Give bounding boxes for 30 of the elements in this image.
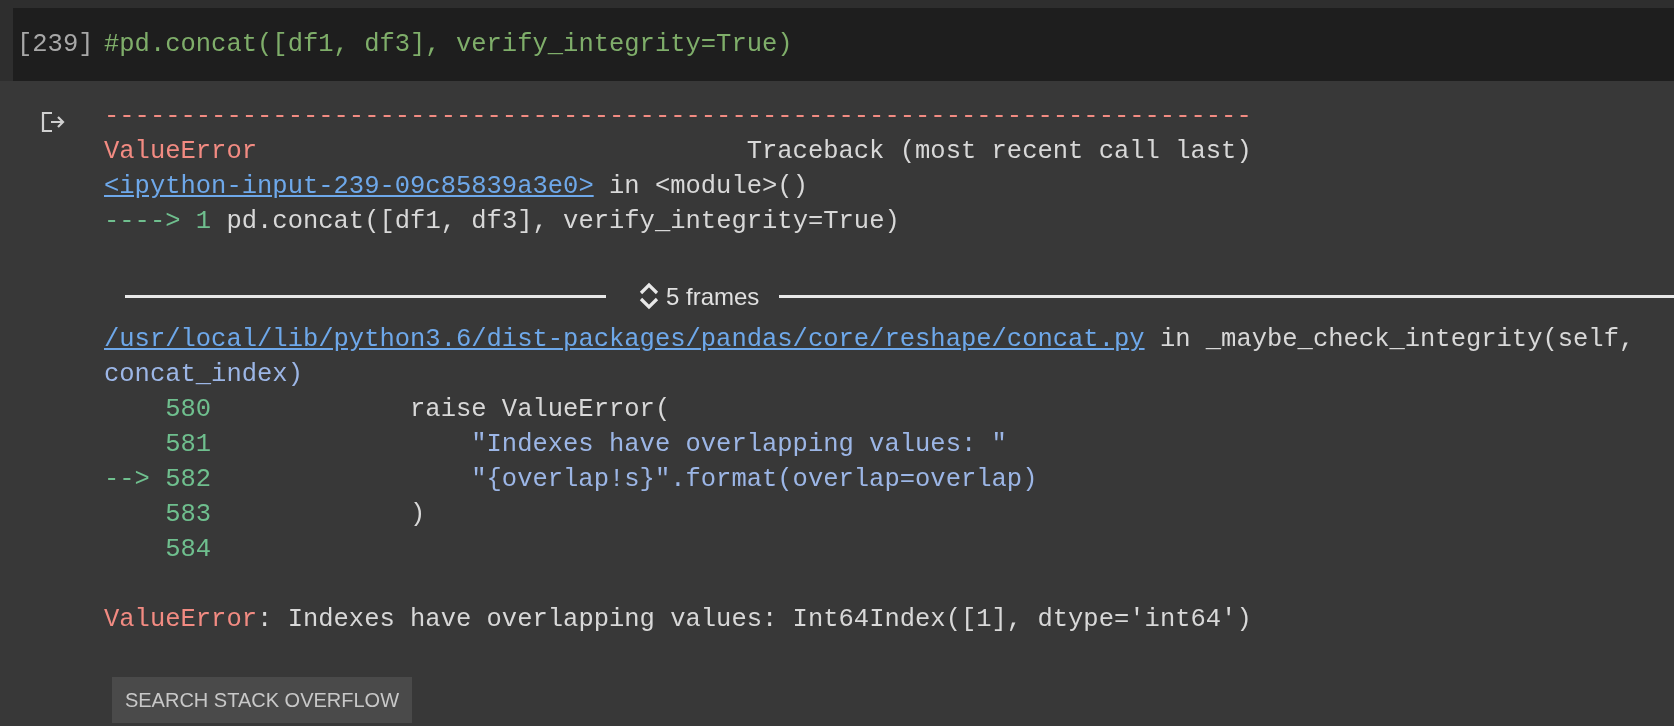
source-code: pd.concat([df1, df3], verify_integrity=True)	[226, 207, 900, 236]
source-code: raise ValueError(	[410, 395, 671, 424]
error-message: : Indexes have overlapping values: Int64Index([1], dtype='int64')	[257, 605, 1252, 634]
line-number: 580	[165, 395, 212, 424]
file-link[interactable]: <ipython-input-239-09c85839a3e0>	[104, 172, 594, 201]
search-stack-overflow-button[interactable]: SEARCH STACK OVERFLOW	[112, 677, 412, 723]
separator-line: ---------------------------------------------------------------------------	[104, 102, 1252, 131]
source-code: "Indexes have overlapping values: "	[470, 430, 1007, 459]
line-number: 1	[195, 207, 212, 236]
frames-toggle[interactable]: 5 frames	[638, 278, 760, 314]
error-name: ValueError	[104, 605, 258, 634]
expand-collapse-icon	[638, 282, 660, 310]
current-line-arrow: -->	[104, 465, 150, 494]
current-line-arrow: ---->	[104, 207, 181, 236]
code-cell[interactable]: [239] #pd.concat([df1, df3], verify_integrity=True)	[13, 8, 1674, 81]
code-line[interactable]: #pd.concat([df1, df3], verify_integrity=True)	[104, 30, 793, 59]
line-number: 581	[165, 430, 212, 459]
traceback-header: Traceback (most recent call last)	[746, 137, 1252, 166]
source-code: )	[410, 500, 426, 529]
line-number: 584	[165, 535, 212, 564]
frame-context: in _maybe_check_integrity(self,	[1159, 325, 1635, 354]
line-number: 583	[165, 500, 212, 529]
frame-context: in <module>()	[609, 172, 808, 201]
source-code: "{overlap!s}".format(overlap=overlap)	[470, 465, 1038, 494]
output-arrow-icon	[40, 110, 66, 134]
line-number: 582	[165, 465, 212, 494]
frame-context: concat_index)	[104, 360, 303, 389]
execution-count: [239]	[16, 30, 95, 59]
error-name: ValueError	[104, 137, 258, 166]
file-link[interactable]: /usr/local/lib/python3.6/dist-packages/pandas/core/reshape/concat.py	[104, 325, 1145, 354]
